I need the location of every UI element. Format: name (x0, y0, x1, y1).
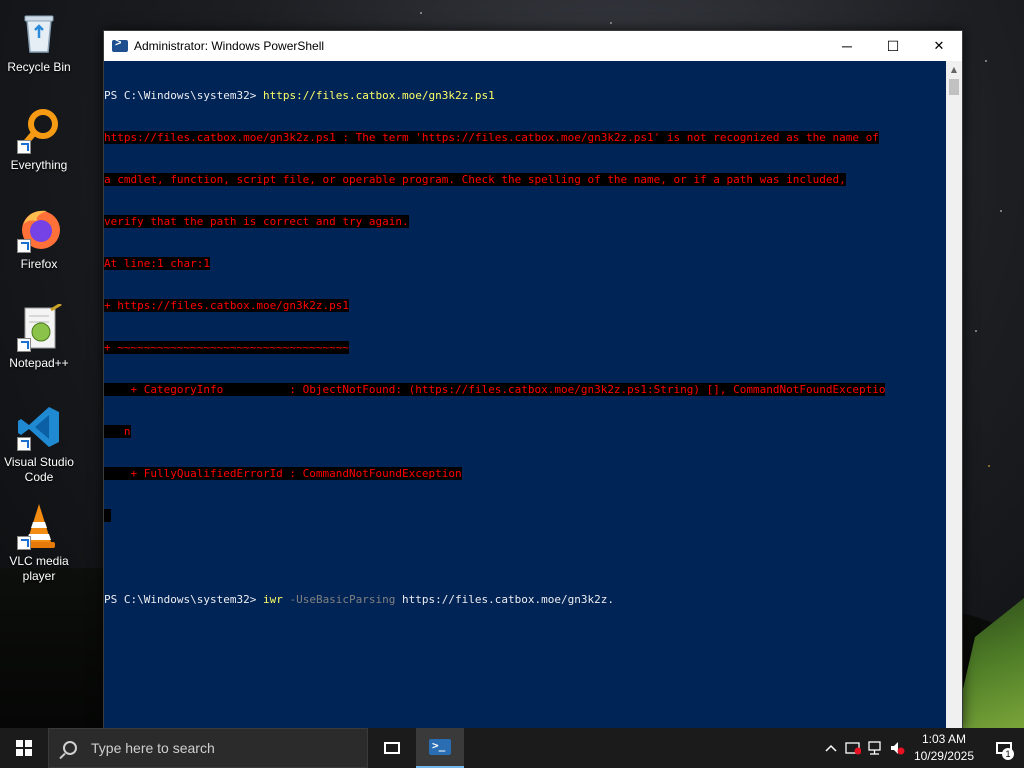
notepad-plus-plus-icon (15, 302, 63, 352)
desktop-icon-label: Recycle Bin (7, 60, 71, 74)
vlc-icon (15, 502, 63, 550)
start-button[interactable] (0, 728, 48, 768)
notification-count: 1 (1002, 748, 1014, 760)
console-line: PS C:\Windows\system32> https://files.ca… (104, 89, 946, 103)
error-text: + https://files.catbox.moe/gn3k2z.ps1 (104, 299, 350, 312)
error-line: + ~~~~~~~~~~~~~~~~~~~~~~~~~~~~~~~~~~~ (104, 341, 946, 355)
error-text: + ~~~~~~~~~~~~~~~~~~~~~~~~~~~~~~~~~~~ (104, 341, 350, 354)
task-view-icon (384, 742, 400, 754)
desktop-icon-label: Firefox (20, 257, 58, 271)
star (610, 22, 612, 24)
error-text: n (104, 425, 131, 438)
error-line: At line:1 char:1 (104, 257, 946, 271)
volume-muted-icon[interactable] (886, 728, 908, 768)
error-text: verify that the path is correct and try … (104, 215, 409, 228)
network-icon[interactable] (864, 728, 886, 768)
error-line: https://files.catbox.moe/gn3k2z.ps1 : Th… (104, 131, 946, 145)
shortcut-arrow-icon (17, 536, 31, 550)
action-center-button[interactable]: 1 (984, 728, 1024, 768)
maximize-button[interactable]: ☐ (870, 31, 916, 61)
clock-time: 1:03 AM (921, 732, 966, 746)
search-placeholder: Type here to search (91, 740, 215, 756)
shortcut-arrow-icon (17, 437, 31, 451)
error-line: + https://files.catbox.moe/gn3k2z.ps1 (104, 299, 946, 313)
security-icon[interactable] (842, 728, 864, 768)
star (1000, 210, 1002, 212)
console-prompt: PS C:\Windows\system32> (104, 89, 263, 102)
task-view-button[interactable] (368, 728, 416, 768)
clock-date: 10/29/2025 (913, 749, 974, 763)
desktop-icon-recycle-bin[interactable]: Recycle Bin (4, 8, 74, 75)
error-line: a cmdlet, function, script file, or oper… (104, 173, 946, 187)
powershell-icon (112, 37, 128, 52)
desktop-icon-everything[interactable]: Everything (4, 106, 74, 173)
close-button[interactable]: ✕ (916, 31, 962, 61)
vertical-scrollbar[interactable]: ▲ (946, 61, 962, 729)
console-command: https://files.catbox.moe/gn3k2z.ps1 (262, 89, 495, 102)
error-text: https://files.catbox.moe/gn3k2z.ps1 : Th… (104, 131, 879, 144)
desktop-icon-notepad-plus-plus[interactable]: Notepad++ (4, 302, 74, 371)
error-line: n (104, 425, 946, 439)
scroll-up-arrow-icon[interactable]: ▲ (946, 61, 962, 77)
windows-logo-icon (16, 740, 32, 756)
star (975, 330, 977, 332)
powershell-window[interactable]: Administrator: Windows PowerShell ─ ☐ ✕ … (103, 30, 963, 730)
minimize-button[interactable]: ─ (824, 31, 870, 61)
console-command-argument: https://files.catbox.moe/gn3k2z. (402, 593, 614, 606)
desktop-icon-label: Everything (10, 158, 68, 172)
console-input-line[interactable]: PS C:\Windows\system32> iwr -UseBasicPar… (104, 593, 946, 607)
console-command-parameter: -UseBasicParsing (282, 593, 403, 606)
desktop-icon-vscode[interactable]: Visual Studio Code (4, 403, 74, 485)
console-output[interactable]: PS C:\Windows\system32> https://files.ca… (104, 61, 946, 729)
chevron-up-icon[interactable] (820, 728, 842, 768)
system-tray: 1:03 AM 10/29/2025 1 (820, 728, 1024, 768)
everything-search-icon (15, 106, 63, 154)
error-line: verify that the path is correct and try … (104, 215, 946, 229)
star (988, 465, 990, 467)
star (420, 12, 422, 14)
taskbar-powershell-button[interactable] (416, 728, 464, 768)
error-line: + FullyQualifiedErrorId : CommandNotFoun… (104, 467, 946, 481)
powershell-icon (429, 739, 451, 755)
desktop-icon-label: Notepad++ (9, 356, 69, 370)
error-line (104, 509, 946, 523)
star (985, 60, 987, 62)
shortcut-arrow-icon (17, 239, 31, 253)
desktop-icon-vlc[interactable]: VLC media player (4, 502, 74, 584)
desktop-icon-firefox[interactable]: Firefox (4, 205, 74, 272)
error-text: + CategoryInfo : ObjectNotFound: (https:… (104, 383, 886, 396)
firefox-icon (15, 205, 63, 253)
desktop-icon-label: VLC media player (9, 554, 69, 583)
taskbar-search-box[interactable]: Type here to search (48, 728, 368, 768)
window-title: Administrator: Windows PowerShell (134, 39, 325, 53)
error-line: + CategoryInfo : ObjectNotFound: (https:… (104, 383, 946, 397)
recycle-bin-icon (15, 8, 63, 56)
shortcut-arrow-icon (17, 140, 31, 154)
search-icon (63, 741, 77, 755)
taskbar: Type here to search 1:03 AM 10/29/2025 1 (0, 728, 1024, 768)
vscode-icon (15, 403, 63, 451)
desktop-icon-label: Visual Studio Code (4, 455, 74, 484)
error-text: + FullyQualifiedErrorId : CommandNotFoun… (104, 467, 462, 480)
title-bar[interactable]: Administrator: Windows PowerShell ─ ☐ ✕ (104, 31, 962, 61)
console-command-name: iwr (262, 593, 283, 606)
taskbar-clock[interactable]: 1:03 AM 10/29/2025 (914, 731, 974, 765)
console-prompt: PS C:\Windows\system32> (104, 593, 263, 606)
error-text (104, 509, 111, 522)
scroll-thumb[interactable] (949, 79, 959, 95)
error-text: At line:1 char:1 (104, 257, 210, 270)
error-text: a cmdlet, function, script file, or oper… (104, 173, 846, 186)
shortcut-arrow-icon (17, 338, 31, 352)
